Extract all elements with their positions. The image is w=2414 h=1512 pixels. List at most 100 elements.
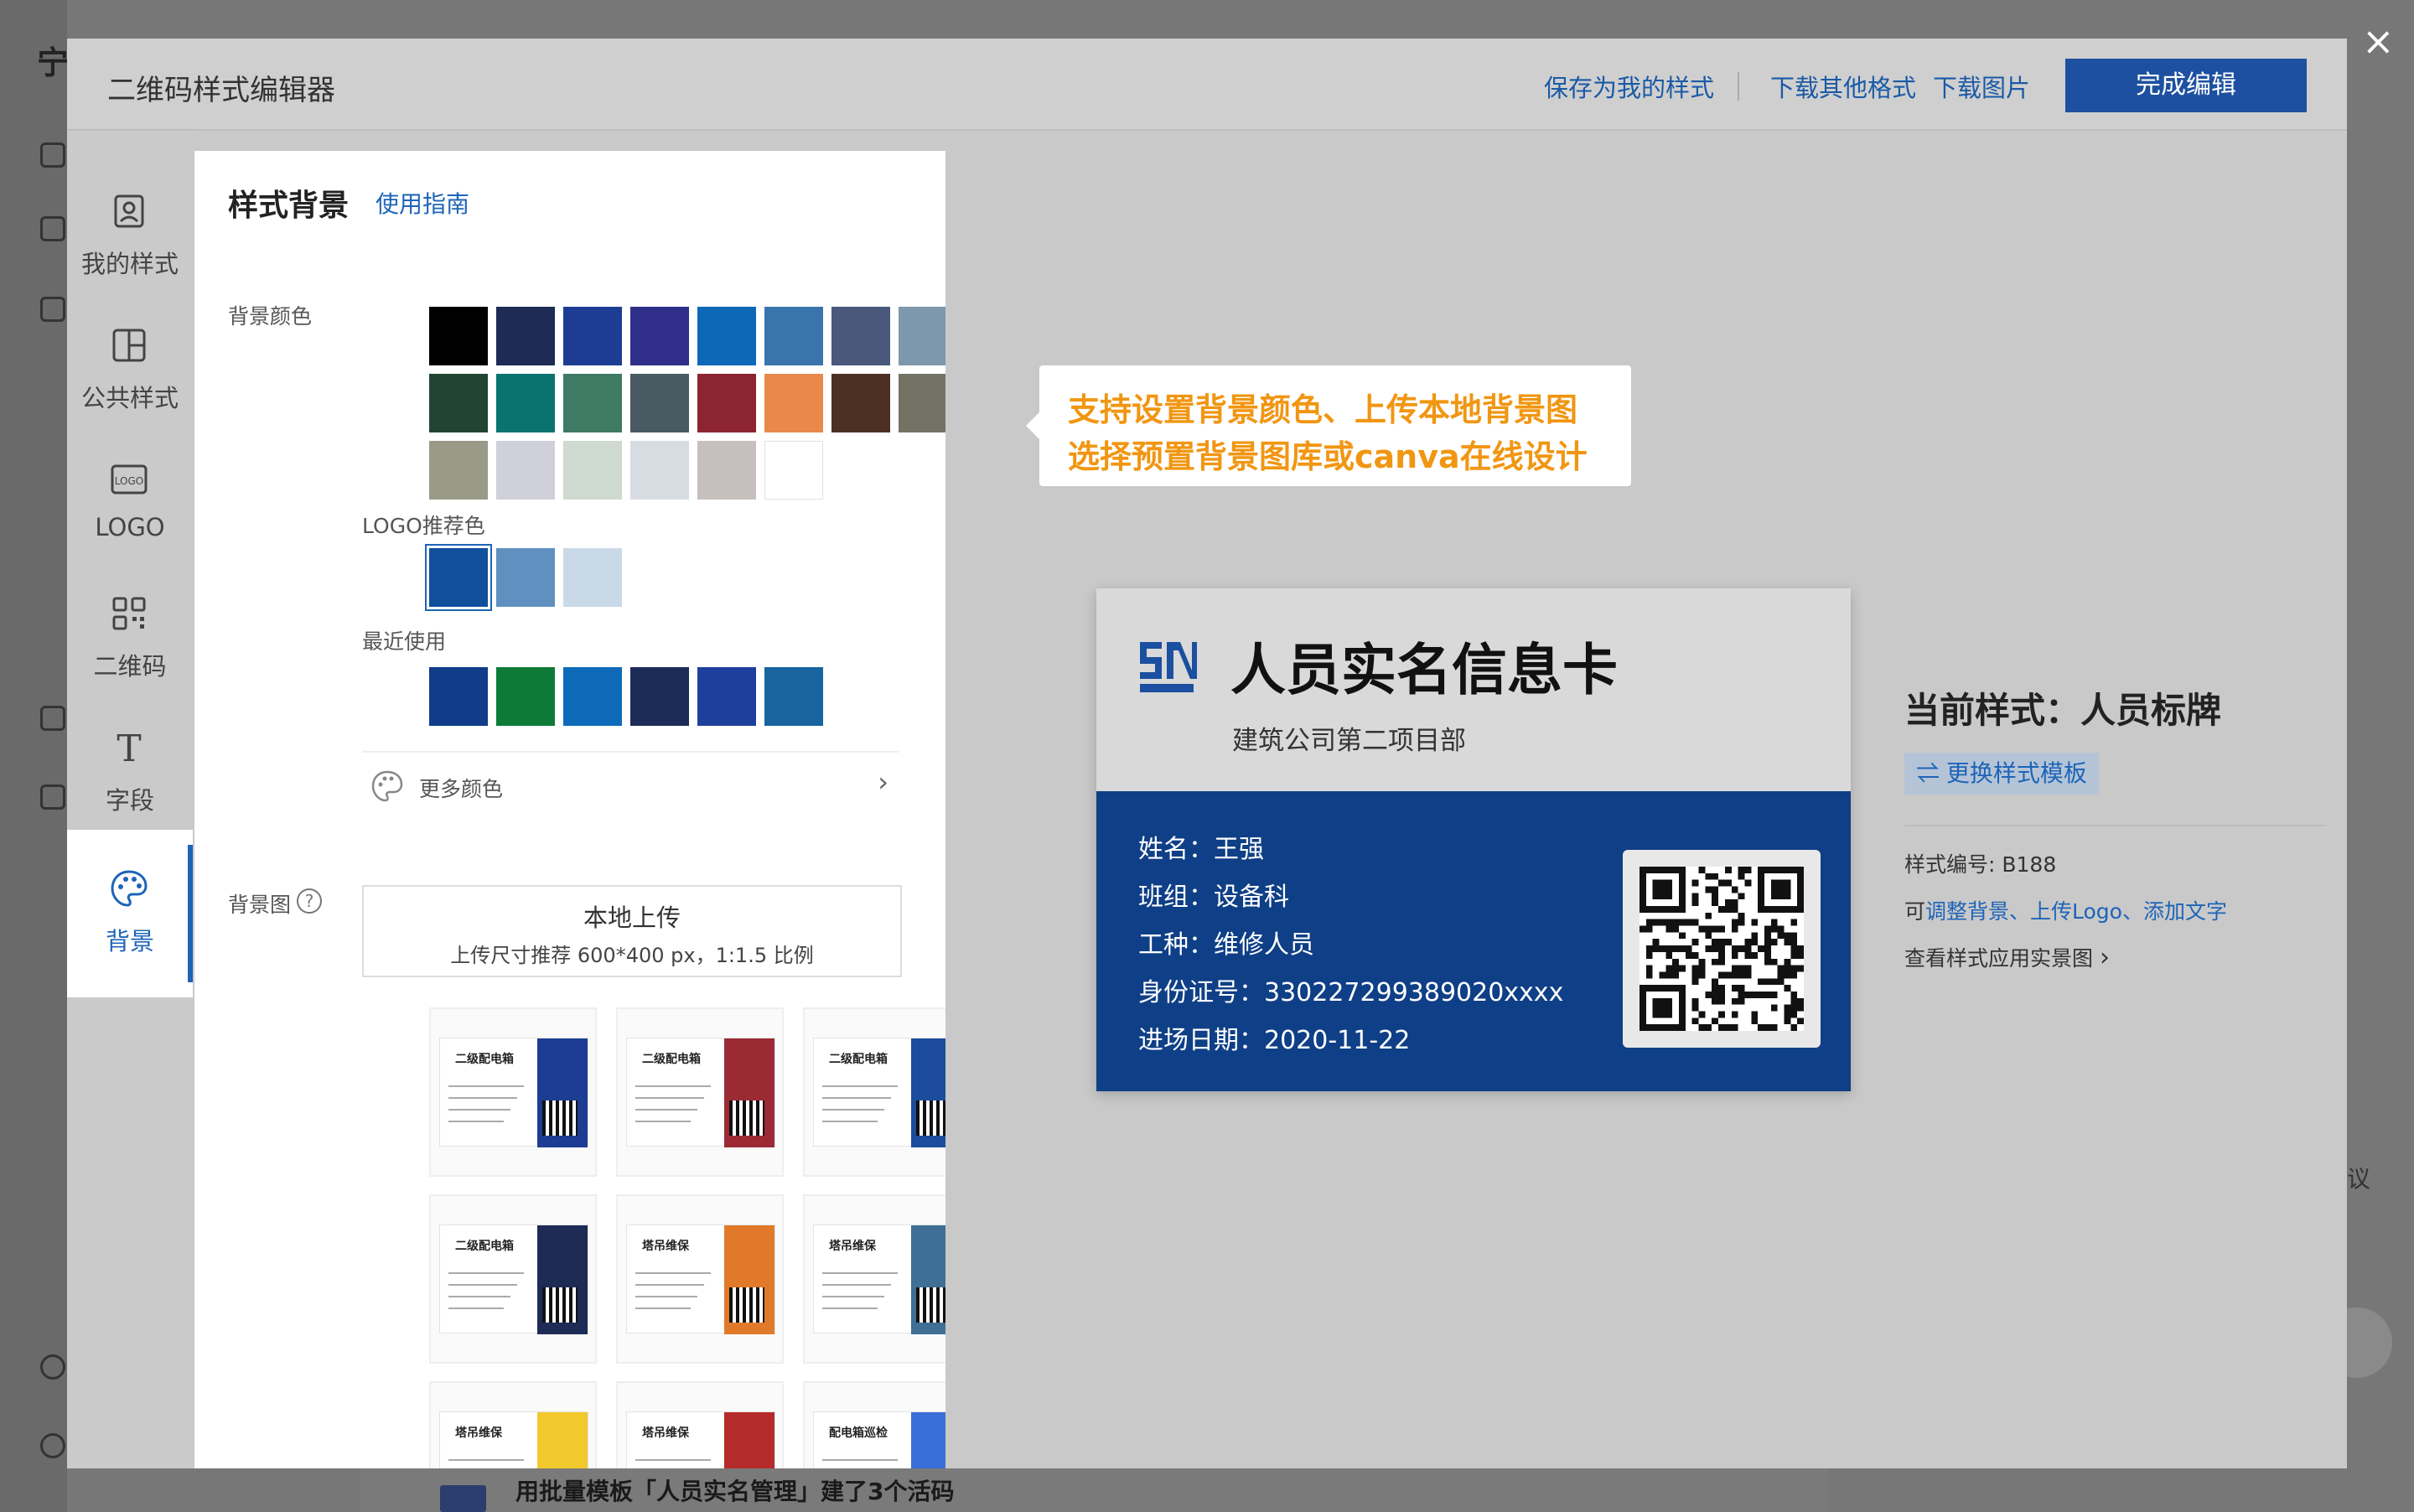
- background-template-thumb[interactable]: 塔吊维保: [429, 1381, 597, 1468]
- bg-color-swatch[interactable]: [563, 307, 622, 365]
- customize-links[interactable]: 调整背景、上传Logo、添加文字: [1925, 899, 2227, 924]
- template-card: 塔吊维保: [626, 1411, 775, 1468]
- more-colors-row[interactable]: 更多颜色 ›: [362, 751, 899, 823]
- template-text-line: [448, 1085, 524, 1087]
- recent-color-swatch[interactable]: [630, 667, 689, 726]
- background-bottom-text: 用批量模板「人员实名管理」建了3个活码: [515, 1478, 955, 1505]
- template-title: 二级配电箱: [455, 1053, 514, 1066]
- background-template-icon: [440, 1485, 486, 1512]
- template-title: 塔吊维保: [642, 1427, 689, 1440]
- nav-label: 我的样式: [80, 250, 179, 278]
- usage-guide-link[interactable]: 使用指南: [376, 186, 469, 220]
- help-icon[interactable]: ?: [297, 888, 322, 914]
- qrcode-icon: [112, 597, 146, 630]
- palette-icon: [371, 770, 403, 802]
- background-template-thumb[interactable]: 塔吊维保: [616, 1381, 784, 1468]
- nav-item-fields[interactable]: T 字段: [67, 709, 193, 843]
- bg-image-label: 背景图: [228, 893, 292, 917]
- background-template-thumb[interactable]: 二级配电箱: [429, 1007, 597, 1177]
- bg-color-swatch[interactable]: [697, 441, 756, 500]
- bg-color-swatch[interactable]: [764, 374, 823, 432]
- save-as-my-style-link[interactable]: 保存为我的样式: [1544, 69, 1714, 104]
- bg-color-swatch[interactable]: [697, 374, 756, 432]
- background-template-thumb[interactable]: 二级配电箱: [429, 1194, 597, 1364]
- bg-color-swatch[interactable]: [831, 307, 890, 365]
- customize-hint: 可调整背景、上传Logo、添加文字: [1904, 895, 2227, 925]
- template-text-line: [822, 1121, 878, 1122]
- bg-color-swatch[interactable]: [563, 441, 622, 500]
- bg-color-swatch[interactable]: [697, 307, 756, 365]
- bg-color-swatch[interactable]: [630, 374, 689, 432]
- nav-item-my-style[interactable]: 我的样式: [67, 173, 193, 307]
- text-field-icon: T: [117, 728, 141, 768]
- template-text-line: [448, 1109, 510, 1111]
- bg-color-swatch[interactable]: [429, 441, 488, 500]
- template-qr: [729, 1100, 764, 1136]
- template-qr: [542, 1287, 578, 1323]
- recent-color-swatch[interactable]: [764, 667, 823, 726]
- bg-color-swatch[interactable]: [496, 374, 555, 432]
- logo-color-swatch[interactable]: [429, 548, 488, 607]
- template-card: 塔吊维保: [439, 1411, 588, 1468]
- more-colors-label: 更多颜色: [419, 777, 504, 801]
- background-chart-icon: [40, 706, 65, 731]
- bg-color-swatch[interactable]: [563, 374, 622, 432]
- template-text-line: [635, 1085, 711, 1087]
- template-card: 配电箱巡检: [813, 1411, 962, 1468]
- logo-color-swatch[interactable]: [563, 548, 622, 607]
- bg-color-swatch[interactable]: [630, 441, 689, 500]
- template-text-line: [448, 1121, 504, 1122]
- template-text-line: [822, 1307, 878, 1309]
- feature-tooltip: 支持设置背景颜色、上传本地背景图 选择预置背景图库或canva在线设计: [1026, 365, 1631, 486]
- upload-hint: 上传尺寸推荐 600*400 px，1:1.5 比例: [450, 944, 814, 967]
- recent-color-swatch[interactable]: [563, 667, 622, 726]
- bg-color-swatch[interactable]: [764, 441, 823, 500]
- template-qr: [542, 1100, 578, 1136]
- background-right-text: 议: [2347, 1165, 2371, 1193]
- recent-color-swatch[interactable]: [496, 667, 555, 726]
- nav-item-logo[interactable]: LOGO LOGO: [67, 441, 193, 575]
- switch-template-button[interactable]: ⇌ 更换样式模板: [1904, 753, 2099, 795]
- template-text-line: [822, 1272, 898, 1274]
- template-title: 二级配电箱: [829, 1053, 888, 1066]
- download-image-link[interactable]: 下载图片: [1933, 69, 2030, 104]
- card-qr-frame: [1623, 850, 1821, 1048]
- template-title: 二级配电箱: [455, 1240, 514, 1253]
- template-title: 塔吊维保: [455, 1427, 502, 1440]
- badge-preview-card[interactable]: 人员实名信息卡 建筑公司第二项目部 姓名：王强 班组：设备科 工种：维修人员 身…: [1096, 588, 1851, 1091]
- bg-color-swatch[interactable]: [496, 441, 555, 500]
- template-card: 二级配电箱: [626, 1038, 775, 1147]
- card-field-team: 班组：设备科: [1138, 883, 1289, 912]
- recent-color-swatch[interactable]: [429, 667, 488, 726]
- bg-color-swatch[interactable]: [764, 307, 823, 365]
- template-title: 塔吊维保: [642, 1240, 689, 1253]
- nav-item-public-style[interactable]: 公共样式: [67, 307, 193, 441]
- finish-editing-button[interactable]: 完成编辑: [2065, 59, 2307, 112]
- tooltip-line-1: 支持设置背景颜色、上传本地背景图: [1068, 391, 1578, 428]
- bg-color-swatch[interactable]: [429, 307, 488, 365]
- template-text-line: [635, 1307, 691, 1309]
- view-real-scene-link[interactable]: 查看样式应用实景图 ›: [1904, 942, 2110, 972]
- card-subtitle: 建筑公司第二项目部: [1232, 726, 1466, 756]
- bg-color-swatch[interactable]: [630, 307, 689, 365]
- recent-color-swatch[interactable]: [697, 667, 756, 726]
- template-accent: [724, 1412, 774, 1468]
- bg-color-swatch[interactable]: [429, 374, 488, 432]
- background-template-thumb[interactable]: 塔吊维保: [616, 1194, 784, 1364]
- bg-color-swatch[interactable]: [496, 307, 555, 365]
- background-template-thumb[interactable]: 二级配电箱: [616, 1007, 784, 1177]
- close-icon[interactable]: ×: [2362, 18, 2395, 64]
- svg-text:T: T: [117, 728, 141, 768]
- style-number: 样式编号: B188: [1904, 852, 2057, 877]
- logo-icon: LOGO: [111, 464, 148, 495]
- template-text-line: [448, 1307, 504, 1309]
- nav-label: 字段: [105, 786, 154, 815]
- svg-text:LOGO: LOGO: [115, 475, 143, 487]
- local-upload-button[interactable]: 本地上传 上传尺寸推荐 600*400 px，1:1.5 比例: [362, 885, 902, 977]
- download-other-formats-link[interactable]: 下载其他格式: [1770, 69, 1916, 104]
- logo-color-swatch[interactable]: [496, 548, 555, 607]
- nav-item-qrcode[interactable]: 二维码: [67, 575, 193, 709]
- nav-item-background[interactable]: 背景: [67, 830, 193, 997]
- bg-color-swatch[interactable]: [831, 374, 890, 432]
- template-text-line: [635, 1284, 704, 1286]
